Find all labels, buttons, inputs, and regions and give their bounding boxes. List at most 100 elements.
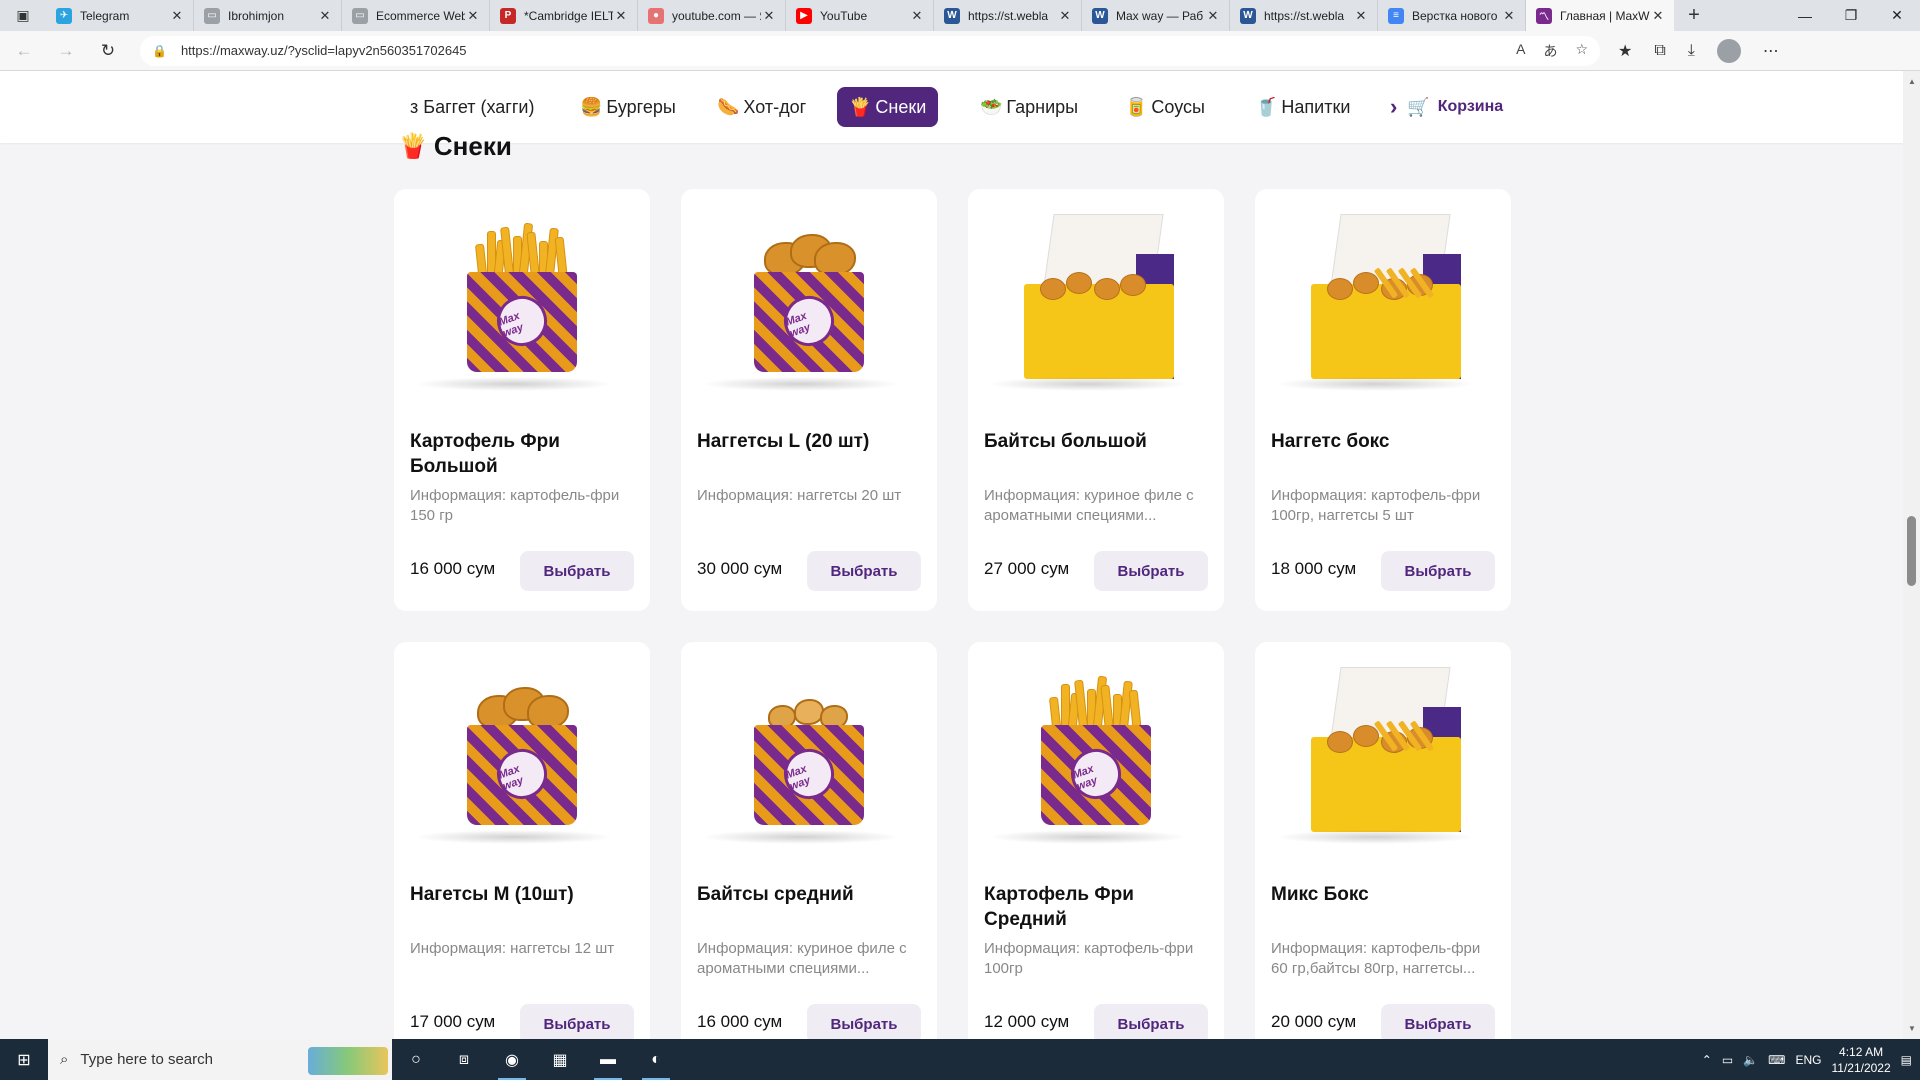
translate-icon[interactable]: あ	[1543, 41, 1557, 61]
edge-icon[interactable]: ◐	[632, 1039, 680, 1080]
scroll-up-icon[interactable]: ▲	[1908, 77, 1916, 86]
product-image[interactable]: Max way	[394, 189, 650, 409]
collections-icon[interactable]: ⧉	[1654, 42, 1665, 60]
close-tab-icon[interactable]: ✕	[909, 8, 925, 24]
category-tab[interactable]: 🥫 Соусы	[1113, 87, 1217, 127]
category-label: Соусы	[1151, 96, 1205, 117]
network-icon[interactable]: ▭	[1722, 1053, 1733, 1067]
browser-tab[interactable]: P *Cambridge IELT ✕	[490, 0, 638, 31]
favorite-star-icon[interactable]: ☆	[1575, 41, 1588, 61]
close-tab-icon[interactable]: ✕	[465, 8, 481, 24]
language-indicator[interactable]: ENG	[1795, 1053, 1821, 1067]
minimize-icon[interactable]: —	[1782, 0, 1828, 31]
choose-button[interactable]: Выбрать	[520, 1004, 634, 1039]
scroll-down-icon[interactable]: ▼	[1908, 1024, 1916, 1033]
clock[interactable]: 4:12 AM 11/21/2022	[1831, 1044, 1890, 1076]
tab-favicon-icon: ✈	[56, 7, 72, 24]
choose-button[interactable]: Выбрать	[1094, 1004, 1208, 1039]
notifications-icon[interactable]: ▤	[1901, 1053, 1912, 1067]
chrome-icon[interactable]: ◉	[488, 1039, 536, 1080]
product-card[interactable]: Наггетс бокс Информация: картофель-фри 10…	[1255, 189, 1511, 611]
cart-label: Корзина	[1437, 98, 1504, 115]
chevron-up-icon[interactable]: ⌃	[1702, 1053, 1712, 1067]
task-view-icon[interactable]: ⧈	[440, 1039, 488, 1080]
volume-icon[interactable]: 🔈	[1743, 1053, 1758, 1067]
product-card[interactable]: Max way Картофель Фри Средний Информация: …	[968, 642, 1224, 1039]
category-tab[interactable]: 🍟 Снеки	[837, 87, 939, 127]
browser-tab[interactable]: ≡ Верстка нового ✕	[1378, 0, 1526, 31]
read-aloud-icon[interactable]: A	[1516, 41, 1525, 61]
downloads-icon[interactable]: ⤓	[1688, 42, 1695, 60]
browser-tab[interactable]: ✈ Telegram ✕	[46, 0, 194, 31]
product-image[interactable]	[1255, 189, 1511, 409]
restore-icon[interactable]: ❐	[1828, 0, 1874, 31]
close-tab-icon[interactable]: ✕	[169, 8, 185, 24]
scrollbar-thumb[interactable]	[1907, 516, 1916, 586]
product-image[interactable]: Max way	[681, 189, 937, 409]
page-scrollbar[interactable]: ▲ ▼	[1903, 71, 1920, 1039]
close-tab-icon[interactable]: ✕	[613, 8, 629, 24]
browser-tab[interactable]: ▶ YouTube ✕	[786, 0, 934, 31]
product-card[interactable]: Микс Бокс Информация: картофель-фри 60 гр…	[1255, 642, 1511, 1039]
tab-favicon-icon: ●	[648, 7, 664, 24]
back-button[interactable]: ←	[6, 35, 42, 67]
tab-actions-icon[interactable]: ▣	[0, 0, 46, 31]
product-image[interactable]	[968, 189, 1224, 409]
close-tab-icon[interactable]: ✕	[1650, 8, 1666, 24]
choose-button[interactable]: Выбрать	[1381, 1004, 1495, 1039]
url-field[interactable]: 🔒 https://maxway.uz/?ysclid=lapyv2n56035…	[140, 35, 1600, 66]
chevron-right-icon[interactable]: ›	[1390, 94, 1397, 120]
product-card[interactable]: Max way Наггетсы L (20 шт) Информация: наг…	[681, 189, 937, 611]
browser-tab[interactable]: 〽 Главная | MaxW ✕	[1526, 0, 1674, 31]
product-image[interactable]: Max way	[968, 642, 1224, 862]
close-tab-icon[interactable]: ✕	[1057, 8, 1073, 24]
product-image[interactable]: Max way	[681, 642, 937, 862]
category-tab[interactable]: 🌭 Хот-дог	[705, 87, 818, 127]
new-tab-button[interactable]: +	[1674, 0, 1714, 31]
keyboard-icon[interactable]: ⌨	[1768, 1053, 1785, 1067]
choose-button[interactable]: Выбрать	[807, 551, 921, 591]
taskbar-search[interactable]: ⌕ Type here to search	[48, 1039, 392, 1080]
browser-tab[interactable]: ● youtube.com — Я ✕	[638, 0, 786, 31]
category-tab[interactable]: 🥗 Гарниры	[968, 87, 1090, 127]
reload-button[interactable]: ↻	[90, 35, 126, 67]
choose-button[interactable]: Выбрать	[1094, 551, 1208, 591]
url-text[interactable]: https://maxway.uz/?ysclid=lapyv2n5603517…	[181, 43, 1516, 58]
browser-tab[interactable]: Whttps://st.webla ✕	[1230, 0, 1378, 31]
product-card[interactable]: Max way Нагетсы М (10шт) Информация: нагге…	[394, 642, 650, 1039]
browser-tab[interactable]: ▭ Ecommerce Web ✕	[342, 0, 490, 31]
product-image[interactable]: Max way	[394, 642, 650, 862]
choose-button[interactable]: Выбрать	[520, 551, 634, 591]
close-tab-icon[interactable]: ✕	[1501, 8, 1517, 24]
product-card[interactable]: Max way Картофель Фри Большой Информация: …	[394, 189, 650, 611]
forward-button[interactable]: →	[48, 35, 84, 67]
browser-tab[interactable]: ▭ Ibrohimjon ✕	[194, 0, 342, 31]
category-tab[interactable]: 🍔 Бургеры	[568, 87, 688, 127]
close-tab-icon[interactable]: ✕	[1353, 8, 1369, 24]
cortana-icon[interactable]: ○	[392, 1039, 440, 1080]
product-card[interactable]: Байтсы большой Информация: куриное филе с…	[968, 189, 1224, 611]
choose-button[interactable]: Выбрать	[807, 1004, 921, 1039]
close-tab-icon[interactable]: ✕	[1205, 8, 1221, 24]
file-explorer-icon[interactable]: ▬	[584, 1039, 632, 1080]
product-price: 12 000 сум	[984, 1012, 1070, 1031]
browser-tab[interactable]: Whttps://st.webla ✕	[934, 0, 1082, 31]
category-tab[interactable]: з Баггет (хагги)	[398, 87, 546, 127]
close-tab-icon[interactable]: ✕	[317, 8, 333, 24]
more-menu-icon[interactable]: ⋯	[1763, 41, 1779, 61]
product-card[interactable]: Max way Байтсы средний Информация: куриное…	[681, 642, 937, 1039]
windows-start-icon[interactable]: ⊞	[0, 1039, 48, 1080]
profile-avatar[interactable]	[1716, 38, 1741, 63]
category-tab[interactable]: 🥤 Напитки	[1243, 87, 1362, 127]
close-window-icon[interactable]: ✕	[1874, 0, 1920, 31]
cart-link[interactable]: › 🛒 Корзина	[1390, 87, 1503, 127]
product-image[interactable]	[1255, 642, 1511, 862]
lock-icon[interactable]: 🔒	[152, 44, 167, 58]
calculator-icon[interactable]: ▦	[536, 1039, 584, 1080]
favorites-icon[interactable]: ★	[1618, 41, 1632, 61]
tab-title: YouTube	[820, 8, 868, 23]
choose-button[interactable]: Выбрать	[1381, 551, 1495, 591]
product-name: Байтсы большой	[984, 431, 1147, 452]
close-tab-icon[interactable]: ✕	[761, 8, 777, 24]
browser-tab[interactable]: W Max way — Раб ✕	[1082, 0, 1230, 31]
